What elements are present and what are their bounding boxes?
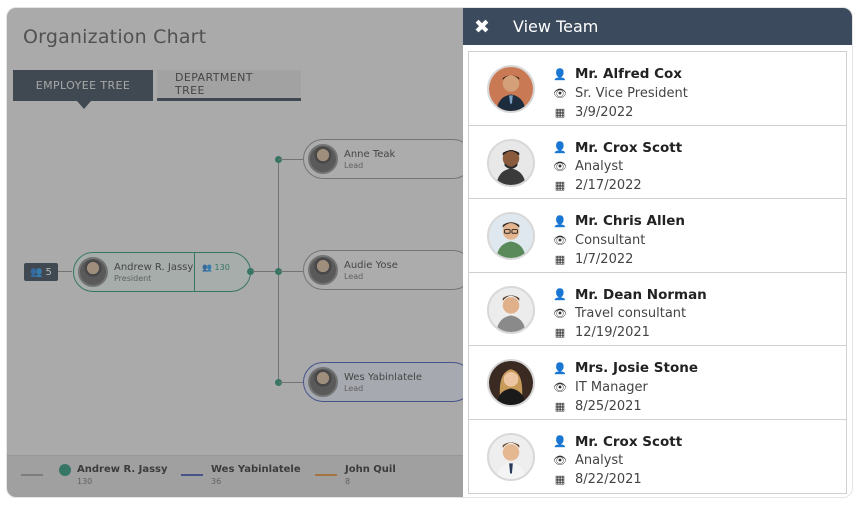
member-date: 8/22/2021: [575, 472, 642, 488]
avatar: [487, 138, 535, 187]
calendar-icon: ▦: [554, 326, 566, 340]
user-icon: 👤: [553, 67, 567, 81]
team-list: 👤 Mr. Alfred Cox 👁 Sr. Vice President ▦ 3/9…: [468, 51, 847, 494]
view-team-panel: ✖ View Team 👤 Mr. Alfred Cox 👁 Sr. Vice Pr…: [463, 8, 852, 497]
member-date: 2/17/2022: [575, 178, 642, 194]
calendar-icon: ▦: [554, 179, 566, 193]
eye-icon: 👁: [553, 454, 567, 468]
panel-title: View Team: [513, 17, 599, 36]
member-date: 8/25/2021: [575, 398, 642, 414]
team-member-card[interactable]: 👤 Mrs. Josie Stone 👁 IT Manager ▦ 8/25/2021: [469, 346, 846, 420]
member-date: 3/9/2022: [575, 104, 634, 120]
eye-icon: 👁: [553, 160, 567, 174]
user-icon: 👤: [553, 288, 567, 302]
eye-icon: 👁: [553, 380, 567, 394]
avatar: [487, 65, 535, 113]
team-member-card[interactable]: 👤 Mr. Chris Allen 👁 Consultant ▦ 1/7/2022: [469, 199, 846, 273]
member-role: IT Manager: [575, 379, 648, 395]
member-name: Mr. Crox Scott: [575, 433, 683, 450]
member-role: Analyst: [575, 453, 624, 469]
user-icon: 👤: [553, 214, 567, 228]
user-icon: 👤: [553, 361, 567, 375]
member-name: Mr. Chris Allen: [575, 213, 686, 230]
user-icon: 👤: [553, 141, 567, 155]
team-member-card[interactable]: 👤 Mr. Alfred Cox 👁 Sr. Vice President ▦ 3/9…: [469, 52, 846, 126]
eye-icon: 👁: [553, 307, 567, 321]
calendar-icon: ▦: [554, 252, 566, 266]
member-name: Mr. Dean Norman: [575, 286, 707, 303]
member-role: Consultant: [575, 232, 646, 248]
member-date: 1/7/2022: [575, 251, 634, 267]
member-name: Mr. Crox Scott: [575, 139, 683, 156]
member-name: Mr. Alfred Cox: [575, 66, 683, 82]
member-role: Analyst: [575, 159, 624, 175]
avatar: [487, 359, 535, 408]
modal-backdrop[interactable]: [7, 8, 464, 497]
close-icon[interactable]: ✖: [463, 8, 501, 45]
member-role: Travel consultant: [575, 306, 687, 322]
user-icon: 👤: [553, 435, 567, 449]
team-member-card[interactable]: 👤 Mr. Dean Norman 👁 Travel consultant ▦ 12/…: [469, 273, 846, 347]
eye-icon: 👁: [553, 233, 567, 247]
avatar: [487, 285, 535, 334]
member-role: Sr. Vice President: [575, 85, 688, 101]
calendar-icon: ▦: [554, 473, 566, 487]
team-member-card[interactable]: 👤 Mr. Crox Scott 👁 Analyst ▦ 2/17/2022: [469, 126, 846, 200]
app-frame: Organization Chart EMPLOYEE TREE DEPARTM…: [6, 7, 853, 498]
avatar: [487, 432, 535, 481]
calendar-icon: ▦: [554, 399, 566, 413]
avatar: [487, 212, 535, 261]
member-name: Mrs. Josie Stone: [575, 360, 698, 377]
eye-icon: 👁: [553, 86, 567, 100]
member-date: 12/19/2021: [575, 325, 650, 341]
panel-header: ✖ View Team: [463, 8, 852, 45]
team-member-card[interactable]: 👤 Mr. Crox Scott 👁 Analyst ▦ 8/22/2021: [469, 420, 846, 493]
calendar-icon: ▦: [554, 105, 566, 119]
